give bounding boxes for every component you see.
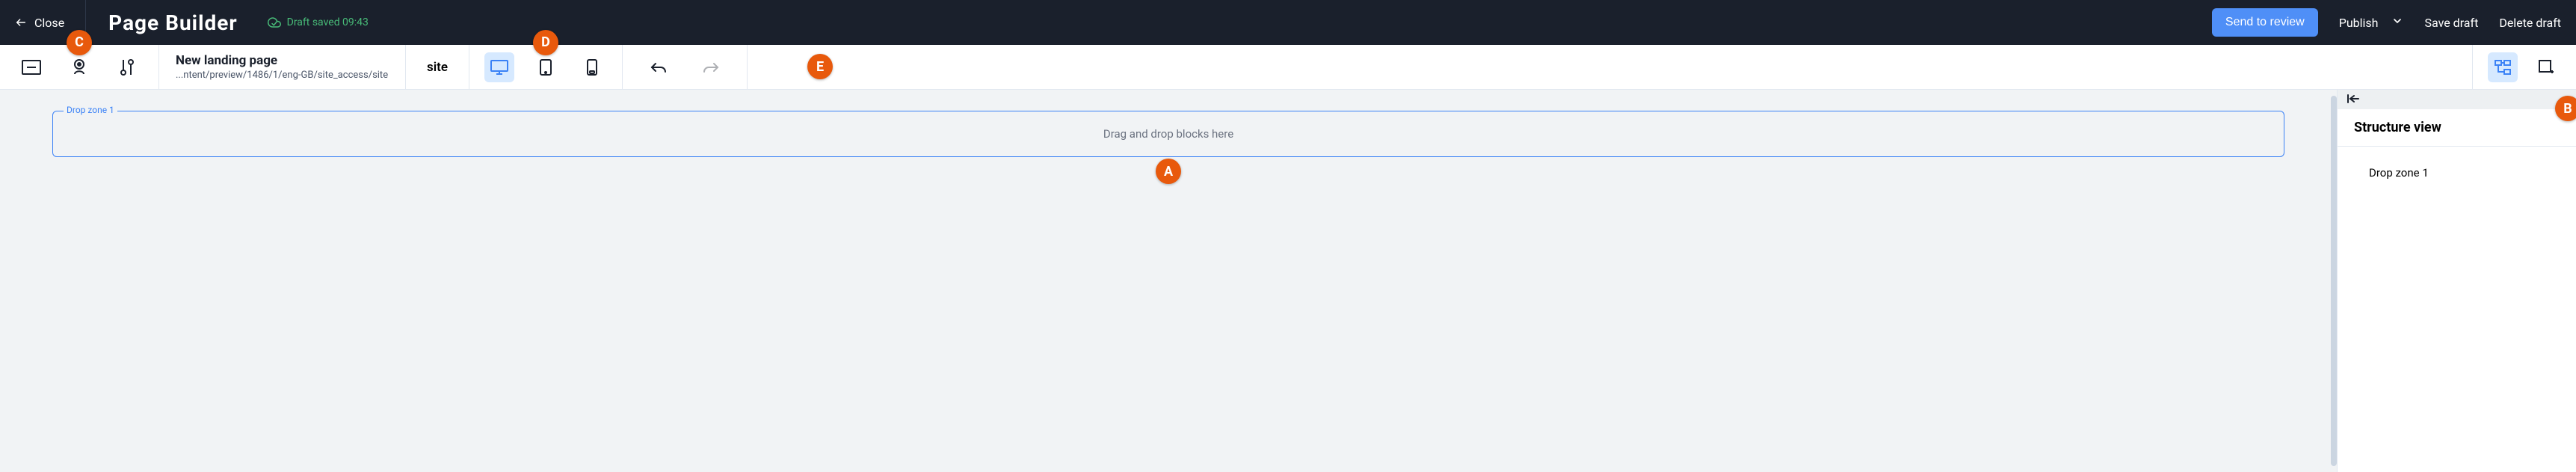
app-title: Page Builder xyxy=(108,10,237,35)
main-area: Drop zone 1 Drag and drop blocks here A … xyxy=(0,90,2576,472)
canvas: Drop zone 1 Drag and drop blocks here A xyxy=(0,90,2337,472)
structure-title: Structure view xyxy=(2354,120,2560,135)
structure-collapse-bar[interactable] xyxy=(2338,90,2576,109)
toolbar: C New landing page ...ntent/preview/1486… xyxy=(0,45,2576,90)
tablet-view-button[interactable]: D xyxy=(531,52,561,82)
arrow-left-icon xyxy=(15,16,27,28)
structure-panel: Structure view B Drop zone 1 xyxy=(2337,90,2576,472)
structure-view-button[interactable] xyxy=(2488,52,2518,82)
structure-item[interactable]: Drop zone 1 xyxy=(2354,162,2560,184)
fields-button[interactable] xyxy=(112,52,142,82)
send-to-review-button[interactable]: Send to review xyxy=(2212,8,2318,37)
drop-zone[interactable]: Drop zone 1 Drag and drop blocks here xyxy=(52,111,2284,157)
desktop-view-button[interactable] xyxy=(484,52,514,82)
cloud-check-icon xyxy=(268,16,281,29)
draft-status: Draft saved 09:43 xyxy=(268,16,369,29)
layout-view-button[interactable] xyxy=(16,52,46,82)
annotation-badge-a: A xyxy=(1156,159,1181,184)
page-name: New landing page xyxy=(176,53,277,68)
drop-zone-legend: Drop zone 1 xyxy=(64,105,117,115)
drop-zone-placeholder: Drag and drop blocks here xyxy=(1103,127,1233,141)
preview-button[interactable]: C xyxy=(64,52,94,82)
draft-status-text: Draft saved 09:43 xyxy=(287,16,369,28)
page-path: ...ntent/preview/1486/1/eng-GB/site_acce… xyxy=(176,70,388,81)
save-draft-button[interactable]: Save draft xyxy=(2424,16,2478,30)
topbar: Close Page Builder Draft saved 09:43 Sen… xyxy=(0,0,2576,45)
scrollbar[interactable] xyxy=(2331,96,2337,466)
structure-list: Drop zone 1 xyxy=(2338,147,2576,199)
annotation-badge-c: C xyxy=(67,30,92,55)
add-block-button[interactable] xyxy=(2531,52,2561,82)
structure-title-row: Structure view B xyxy=(2338,109,2576,147)
delete-draft-button[interactable]: Delete draft xyxy=(2499,16,2561,30)
undo-button[interactable] xyxy=(644,52,674,82)
site-selector[interactable]: site xyxy=(406,45,469,89)
publish-button[interactable]: Publish xyxy=(2339,15,2404,30)
topbar-actions: Send to review Publish Save draft Delete… xyxy=(2212,8,2561,37)
site-label: site xyxy=(427,60,448,75)
collapse-left-icon xyxy=(2347,93,2360,107)
redo-button[interactable] xyxy=(696,52,726,82)
annotation-badge-b: B xyxy=(2555,96,2576,121)
annotation-badge-e: E xyxy=(807,54,833,79)
mobile-view-button[interactable] xyxy=(577,52,607,82)
page-info: New landing page ...ntent/preview/1486/1… xyxy=(159,45,406,89)
annotation-badge-d: D xyxy=(533,30,558,55)
close-label: Close xyxy=(34,16,64,30)
chevron-down-icon xyxy=(2391,15,2403,30)
publish-label: Publish xyxy=(2339,16,2379,30)
